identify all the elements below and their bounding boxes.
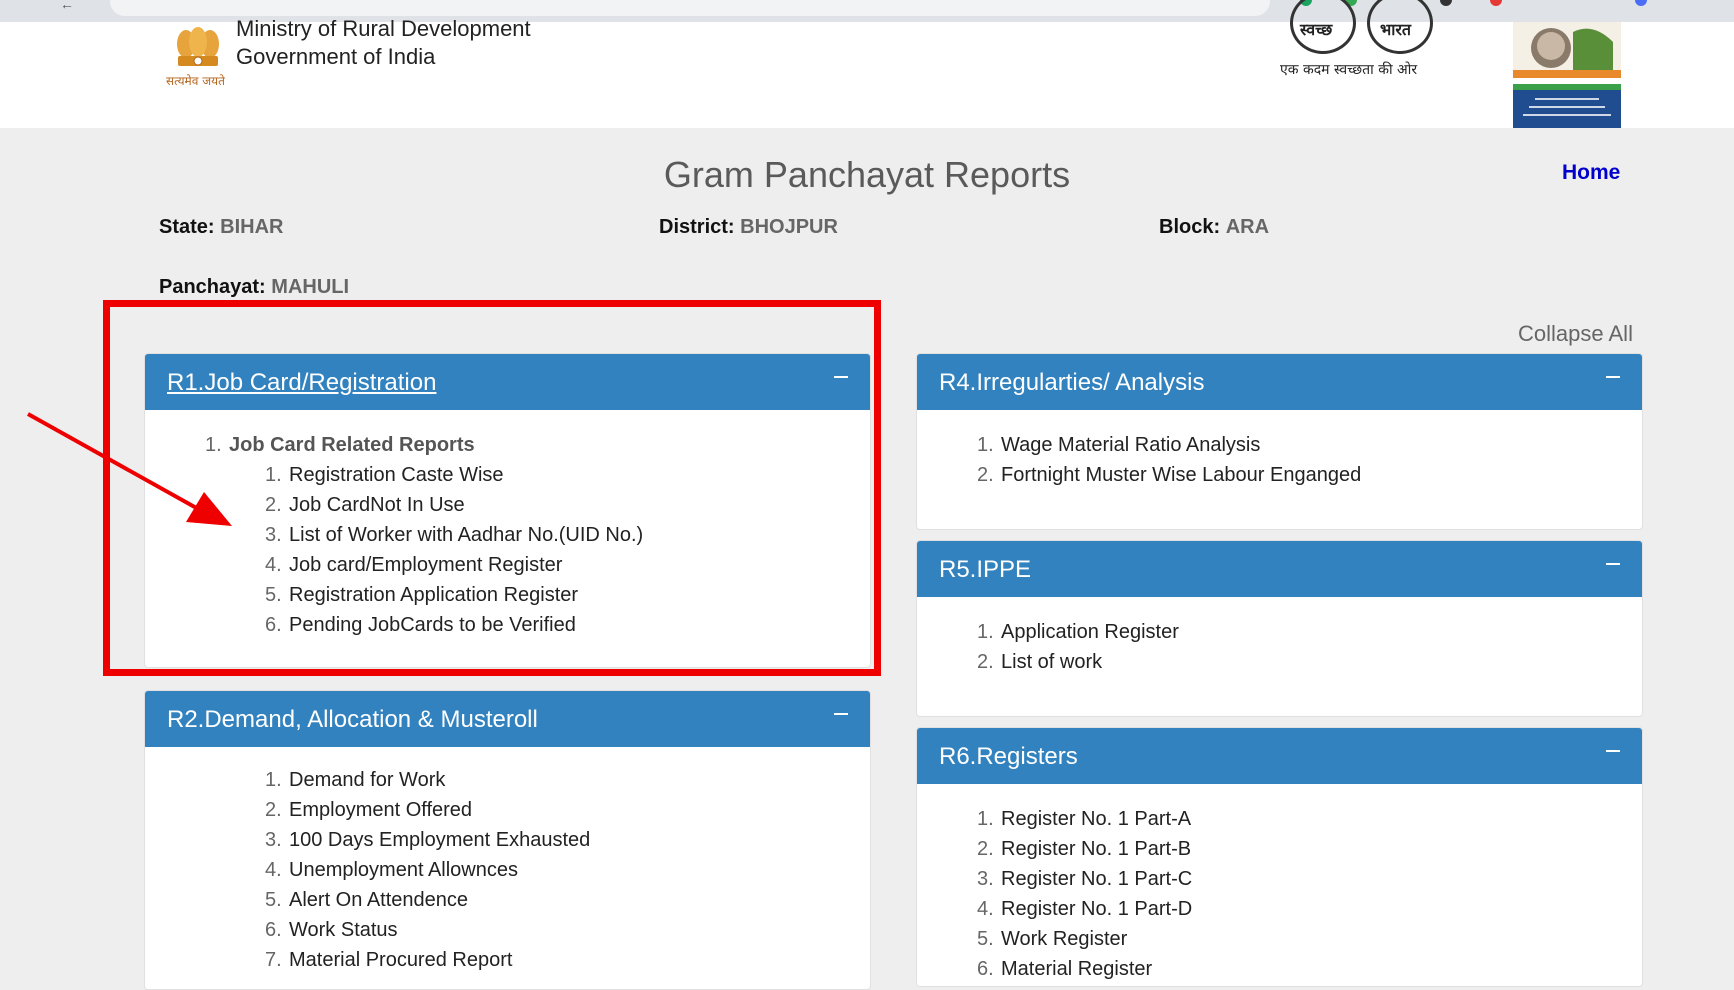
collapse-minus-icon[interactable] [1606, 563, 1620, 565]
page-title: Gram Panchayat Reports [663, 154, 1071, 195]
mgnrega-logo-icon [1513, 22, 1621, 128]
list-item[interactable]: 2. Fortnight Muster Wise Labour Enganged [977, 460, 1361, 490]
block-info: Block: ARA [1159, 216, 1269, 239]
list-item[interactable]: 2. Register No. 1 Part-B [977, 834, 1192, 864]
panel-r4-irregularities: R4.Irregularties/ Analysis 1. Wage Materi… [916, 353, 1643, 530]
ministry-name: Ministry of Rural Development [236, 16, 531, 41]
site-header: सत्यमेव जयते Ministry of Rural Developme… [0, 0, 1734, 128]
back-arrow-icon[interactable]: ← [60, 0, 74, 12]
swachh-word: स्वच्छ [1300, 20, 1333, 39]
list-item[interactable]: 3. Register No. 1 Part-C [977, 864, 1192, 894]
address-bar[interactable] [110, 0, 1270, 16]
list-item[interactable]: 6. Work Status [265, 915, 590, 945]
list-item[interactable]: 5. Alert On Attendence [265, 885, 590, 915]
collapse-all-button[interactable]: Collapse All [1518, 321, 1633, 347]
panel-r4-header[interactable]: R4.Irregularties/ Analysis [917, 354, 1642, 410]
list-item[interactable]: 6. Material Register [977, 954, 1192, 984]
list-item[interactable]: 1. Demand for Work [265, 765, 590, 795]
panel-r6-registers: R6.Registers 1. Register No. 1 Part-A 2. R… [916, 727, 1643, 987]
panel-r4-title[interactable]: R4.Irregularties/ Analysis [939, 369, 1204, 397]
panel-r2-demand: R2.Demand, Allocation & Musteroll 1. Dema… [144, 690, 871, 990]
panel-r5-header[interactable]: R5.IPPE [917, 541, 1642, 597]
panchayat-value: MAHULI [271, 276, 350, 298]
profile-avatar-icon[interactable] [1635, 0, 1647, 6]
panel-r5-title[interactable]: R5.IPPE [939, 556, 1031, 584]
panel-r5-ippe: R5.IPPE 1. Application Register 2. List of… [916, 540, 1643, 717]
government-name: Government of India [236, 44, 436, 69]
bharat-word: भारत [1380, 20, 1412, 39]
state-info: State: BIHAR [159, 216, 283, 239]
state-value: BIHAR [220, 216, 284, 238]
list-item[interactable]: 2. Employment Offered [265, 795, 590, 825]
extension-icon[interactable] [1440, 0, 1452, 6]
block-label: Block: [1159, 216, 1221, 238]
r5-report-list: 1. Application Register 2. List of work [977, 617, 1179, 677]
panchayat-info: Panchayat: MAHULI [159, 276, 349, 299]
list-item[interactable]: 2. List of work [977, 647, 1179, 677]
panel-r6-title[interactable]: R6.Registers [939, 743, 1078, 771]
block-value: ARA [1225, 216, 1270, 238]
panel-r2-header[interactable]: R2.Demand, Allocation & Musteroll [145, 691, 870, 747]
list-item[interactable]: 3. 100 Days Employment Exhausted [265, 825, 590, 855]
district-info: District: BHOJPUR [659, 216, 838, 239]
list-item[interactable]: 4. Unemployment Allownces [265, 855, 590, 885]
list-item[interactable]: 1. Wage Material Ratio Analysis [977, 430, 1361, 460]
r2-report-list: 1. Demand for Work 2. Employment Offered 3… [265, 765, 590, 975]
r4-report-list: 1. Wage Material Ratio Analysis 2. Fortnig… [977, 430, 1361, 490]
list-item[interactable]: 1. Application Register [977, 617, 1179, 647]
district-value: BHOJPUR [740, 216, 838, 238]
collapse-minus-icon[interactable] [834, 713, 848, 715]
list-item[interactable]: 7. Material Procured Report [265, 945, 590, 975]
collapse-minus-icon[interactable] [1606, 750, 1620, 752]
home-link[interactable]: Home [1562, 161, 1620, 185]
emblem-motto: सत्यमेव जयते [166, 74, 225, 88]
swachh-tagline: एक कदम स्वच्छता की ओर [1280, 62, 1418, 78]
extension-icon[interactable] [1490, 0, 1502, 6]
panchayat-label: Panchayat: [159, 276, 266, 298]
list-item[interactable]: 5. Work Register [977, 924, 1192, 954]
state-label: State: [159, 216, 215, 238]
list-item[interactable]: 1. Register No. 1 Part-A [977, 804, 1192, 834]
list-item[interactable]: 4. Register No. 1 Part-D [977, 894, 1192, 924]
collapse-minus-icon[interactable] [1606, 376, 1620, 378]
red-arrow-annotation-icon [27, 412, 232, 526]
r6-report-list: 1. Register No. 1 Part-A 2. Register No. 1… [977, 804, 1192, 984]
panel-r6-header[interactable]: R6.Registers [917, 728, 1642, 784]
panel-r2-title[interactable]: R2.Demand, Allocation & Musteroll [167, 706, 538, 734]
district-label: District: [659, 216, 735, 238]
